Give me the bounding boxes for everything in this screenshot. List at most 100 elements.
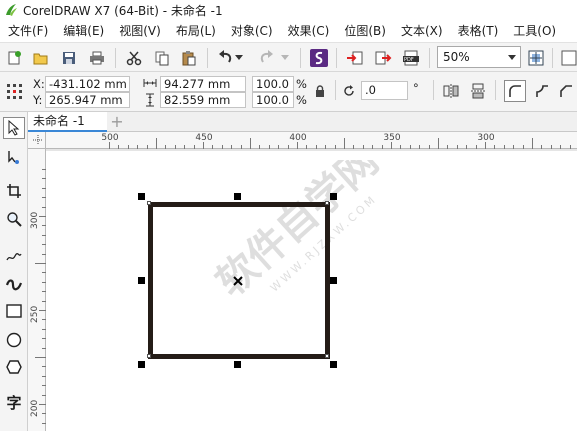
shape-tool-icon[interactable]: [3, 146, 25, 168]
undo-dropdown-icon[interactable]: [234, 48, 244, 68]
pick-tool-icon[interactable]: [3, 117, 25, 139]
ruler-origin[interactable]: [28, 132, 46, 149]
full-screen-preview-icon[interactable]: [526, 48, 546, 68]
menu-view[interactable]: 视图(V): [111, 20, 168, 42]
ruler-label: 250: [30, 305, 40, 323]
horizontal-ruler[interactable]: 500 450 400 350 300: [46, 132, 577, 149]
svg-text:PDF: PDF: [404, 57, 414, 63]
corner-node[interactable]: [147, 201, 151, 205]
corner-node[interactable]: [325, 201, 329, 205]
ruler-label: 350: [383, 133, 401, 143]
print-icon[interactable]: [87, 48, 107, 68]
artistic-media-tool-icon[interactable]: [3, 272, 25, 294]
corner-round-icon[interactable]: [504, 80, 526, 102]
center-marker-icon[interactable]: [232, 275, 244, 287]
horizontal-ruler-ticks: [109, 138, 571, 149]
import-icon[interactable]: [345, 48, 365, 68]
menu-bar: 文件(F) 编辑(E) 视图(V) 布局(L) 对象(C) 效果(C) 位图(B…: [0, 20, 577, 42]
lock-ratio-icon[interactable]: [311, 82, 329, 100]
menu-layout[interactable]: 布局(L): [168, 20, 223, 42]
page-border: [46, 149, 577, 151]
menu-effects[interactable]: 效果(C): [280, 20, 337, 42]
save-icon[interactable]: [59, 48, 79, 68]
toolbar-separator: [495, 80, 496, 100]
ruler-label: 400: [289, 133, 307, 143]
mirror-vertical-icon[interactable]: [469, 82, 487, 100]
paste-icon[interactable]: [179, 48, 199, 68]
zoom-tool-icon[interactable]: [3, 208, 25, 230]
scale-x-field[interactable]: 100.0: [252, 76, 294, 92]
resize-handle-bottom[interactable]: [234, 361, 241, 368]
toolbar-separator: [429, 48, 430, 68]
menu-table[interactable]: 表格(T): [450, 20, 506, 42]
resize-handle-bottom-left[interactable]: [138, 361, 145, 368]
corner-scallop-icon[interactable]: [533, 82, 551, 100]
export-icon[interactable]: [373, 48, 393, 68]
zoom-level-dropdown[interactable]: 50%: [437, 46, 521, 68]
mirror-horizontal-icon[interactable]: [442, 82, 460, 100]
toolbar-separator: [552, 48, 553, 68]
ruler-label: 300: [30, 211, 40, 229]
rectangle-tool-icon[interactable]: [3, 300, 25, 322]
add-document-icon[interactable]: +: [109, 114, 125, 130]
coreldraw-logo-icon: [6, 4, 17, 16]
menu-edit[interactable]: 编辑(E): [55, 20, 111, 42]
ellipse-tool-icon[interactable]: [3, 329, 25, 351]
document-tab-strip: 未命名 -1 +: [28, 112, 577, 132]
copy-icon[interactable]: [152, 48, 172, 68]
resize-handle-right[interactable]: [330, 277, 337, 284]
width-icon: [142, 75, 158, 91]
toolbar-separator: [207, 48, 208, 68]
height-field[interactable]: 82.559 mm: [160, 92, 246, 108]
resize-handle-left[interactable]: [138, 277, 145, 284]
resize-handle-top-right[interactable]: [330, 193, 337, 200]
ruler-label: 300: [477, 133, 495, 143]
zoom-level-value: 50%: [443, 50, 470, 64]
resize-handle-top-left[interactable]: [138, 193, 145, 200]
corner-node[interactable]: [325, 354, 329, 358]
menu-bitmaps[interactable]: 位图(B): [336, 20, 393, 42]
redo-dropdown-icon[interactable]: [280, 48, 290, 68]
y-position-field[interactable]: 265.947 mm: [45, 92, 130, 108]
y-label: Y:: [33, 93, 43, 107]
degree-label: °: [413, 81, 419, 95]
height-icon: [142, 92, 158, 108]
menu-object[interactable]: 对象(C): [223, 20, 280, 42]
publish-pdf-icon[interactable]: PDF: [401, 48, 421, 68]
toolbox: 字: [0, 112, 28, 431]
menu-file[interactable]: 文件(F): [0, 20, 55, 42]
corner-chamfer-icon[interactable]: [557, 82, 575, 100]
object-origin-icon[interactable]: [4, 81, 24, 101]
width-field[interactable]: 94.277 mm: [160, 76, 246, 92]
redo-icon[interactable]: [256, 48, 276, 68]
cut-icon[interactable]: [124, 48, 144, 68]
menu-tools[interactable]: 工具(O): [505, 20, 563, 42]
snap-to-icon[interactable]: [559, 48, 577, 68]
undo-icon[interactable]: [216, 48, 236, 68]
freehand-tool-icon[interactable]: [3, 244, 25, 266]
new-document-icon[interactable]: [4, 48, 24, 68]
tab-document[interactable]: 未命名 -1: [28, 112, 107, 132]
crop-tool-icon[interactable]: [3, 180, 25, 202]
title-bar: CorelDRAW X7 (64-Bit) - 未命名 -1: [0, 0, 577, 20]
toolbar-separator: [335, 80, 336, 100]
vertical-ruler[interactable]: 300 250 200: [28, 149, 46, 431]
text-tool-icon[interactable]: 字: [3, 391, 25, 413]
rotation-field[interactable]: .0: [361, 81, 408, 100]
polygon-tool-icon[interactable]: [3, 356, 25, 378]
corner-node[interactable]: [147, 354, 151, 358]
open-icon[interactable]: [31, 48, 51, 68]
toolbar-separator: [433, 80, 434, 100]
ruler-label: 500: [101, 133, 119, 143]
menu-text[interactable]: 文本(X): [393, 20, 450, 42]
percent-y-label: %: [296, 93, 307, 107]
property-bar: X: Y: -431.102 mm 265.947 mm 94.277 mm 8…: [0, 72, 577, 112]
resize-handle-top[interactable]: [234, 193, 241, 200]
vertical-ruler-ticks: [35, 169, 46, 424]
resize-handle-bottom-right[interactable]: [330, 361, 337, 368]
x-position-field[interactable]: -431.102 mm: [45, 76, 130, 92]
launcher-icon[interactable]: [309, 48, 329, 68]
ruler-label: 200: [30, 399, 40, 417]
x-label: X:: [33, 77, 45, 91]
scale-y-field[interactable]: 100.0: [252, 92, 294, 108]
